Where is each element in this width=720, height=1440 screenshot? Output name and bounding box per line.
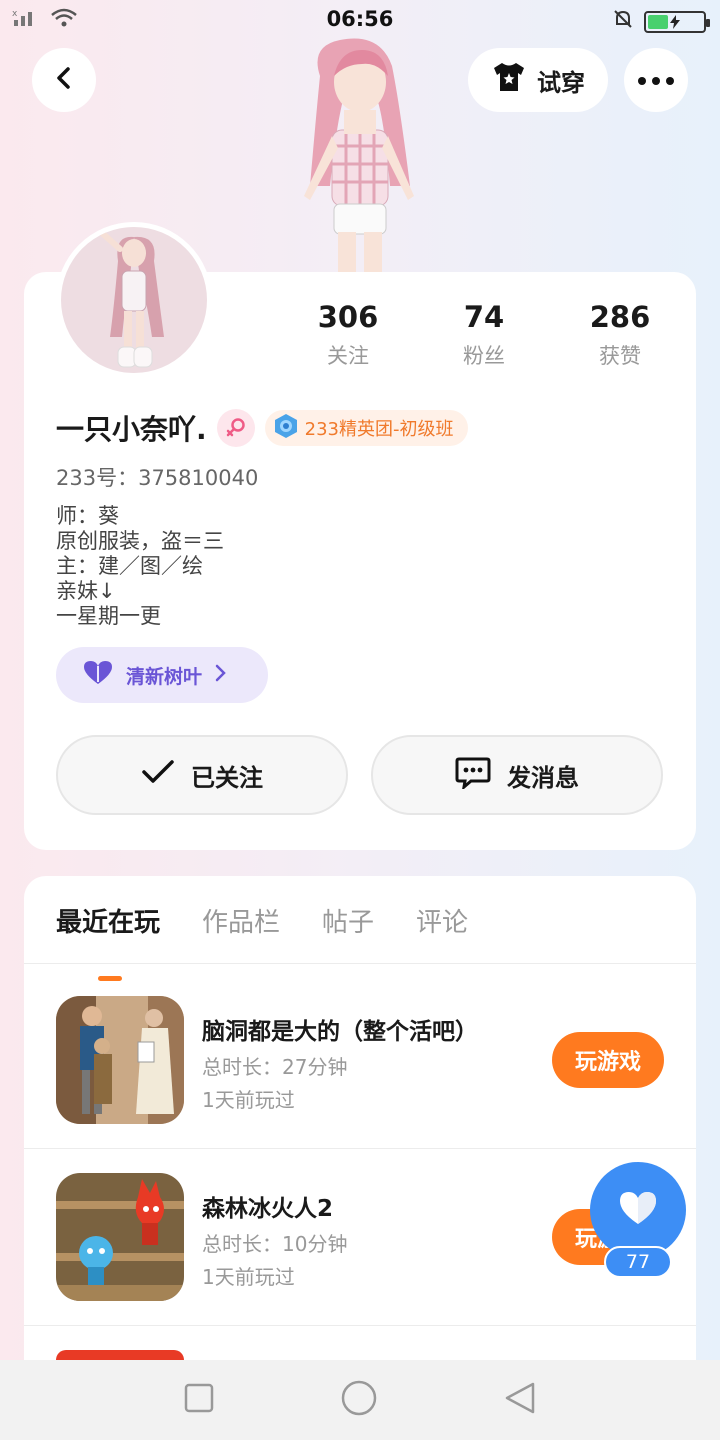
follow-label: 已关注 [191,763,263,792]
stat-fans[interactable]: 74 粉丝 [424,300,544,370]
home-icon[interactable] [340,1379,378,1421]
status-bar: x 06:56 [0,0,720,38]
avatar[interactable] [56,222,212,378]
game-title: 森林冰火人2 [202,1196,334,1222]
game-thumbnail [56,1173,184,1301]
back-nav-icon[interactable] [503,1381,537,1419]
level-badge[interactable]: 233精英团-初级班 [264,410,468,446]
heart-icon [618,1190,658,1230]
stat-likes-num: 286 [589,300,651,334]
leaf-tag-button[interactable]: 清新树叶 [56,647,268,703]
try-on-label: 试穿 [537,68,585,97]
game-item[interactable]: 森林冰火人2 总时长：10分钟 1天前玩过 玩游戏 [56,1173,676,1301]
game-duration: 总时长：10分钟 [202,1232,348,1256]
game-last-played: 1天前玩过 [202,1265,295,1289]
more-button[interactable] [624,48,688,112]
status-right [612,8,710,35]
back-button[interactable] [32,48,96,112]
message-label: 发消息 [507,763,579,792]
bio-line: 一星期一更 [56,604,161,628]
bio-line: 师：葵 [56,504,119,528]
battery-icon [644,10,710,33]
like-button[interactable] [590,1162,686,1258]
female-icon [216,409,255,447]
user-id: 233号：375810040 [56,466,259,490]
chat-bubble-icon [455,755,491,795]
back-arrow-icon [52,66,76,94]
try-on-button[interactable]: 试穿 [468,48,608,112]
mute-bell-icon [612,8,634,35]
system-nav-bar [0,1360,720,1440]
bio-line: 主：建／图／绘 [56,554,203,578]
stat-following[interactable]: 306 关注 [288,300,408,370]
bio-line: 原创服装，盗＝三 [56,529,224,553]
gem-icon [273,413,299,444]
leaf-tag-label: 清新树叶 [126,665,203,688]
more-dots-icon [637,71,675,90]
tab-bar: 最近在玩 作品栏 帖子 评论 [56,902,510,981]
name-row: 一只小奈吖. 233精英团-初级班 [56,408,468,448]
divider [24,1148,696,1149]
tab-recent[interactable]: 最近在玩 [56,902,160,981]
game-last-played: 1天前玩过 [202,1088,295,1112]
chevron-right-icon [214,664,226,687]
stat-likes[interactable]: 286 获赞 [560,300,680,370]
message-button[interactable]: 发消息 [371,735,663,815]
shirt-icon [491,61,527,99]
bio: 师：葵 原创服装，盗＝三 主：建／图／绘 亲妹↓ 一星期一更 [56,504,224,629]
stat-following-num: 306 [317,300,379,334]
game-item[interactable]: 脑洞都是大的（整个活吧） 总时长：27分钟 1天前玩过 玩游戏 [56,996,676,1124]
like-count: 77 [604,1246,672,1278]
game-thumbnail-partial [56,1350,184,1360]
tab-comments[interactable]: 评论 [416,902,468,939]
check-icon [141,759,175,791]
avatar-3d-figure[interactable] [280,36,440,272]
stat-fans-label: 粉丝 [463,344,505,368]
stat-fans-num: 74 [463,300,505,334]
recent-apps-icon[interactable] [183,1382,215,1418]
play-game-button[interactable]: 玩游戏 [552,1032,664,1088]
tab-posts[interactable]: 帖子 [322,902,374,939]
divider [24,1325,696,1326]
bio-line: 亲妹↓ [56,579,116,603]
tab-works[interactable]: 作品栏 [202,902,280,939]
stat-likes-label: 获赞 [599,344,641,368]
heart-leaf-icon [82,660,114,691]
stat-following-label: 关注 [327,344,369,368]
level-badge-label: 233精英团-初级班 [304,419,454,440]
game-thumbnail [56,996,184,1124]
user-name: 一只小奈吖. [56,413,207,446]
divider [24,963,696,964]
game-title: 脑洞都是大的（整个活吧） [202,1019,478,1045]
game-duration: 总时长：27分钟 [202,1055,348,1079]
follow-button[interactable]: 已关注 [56,735,348,815]
